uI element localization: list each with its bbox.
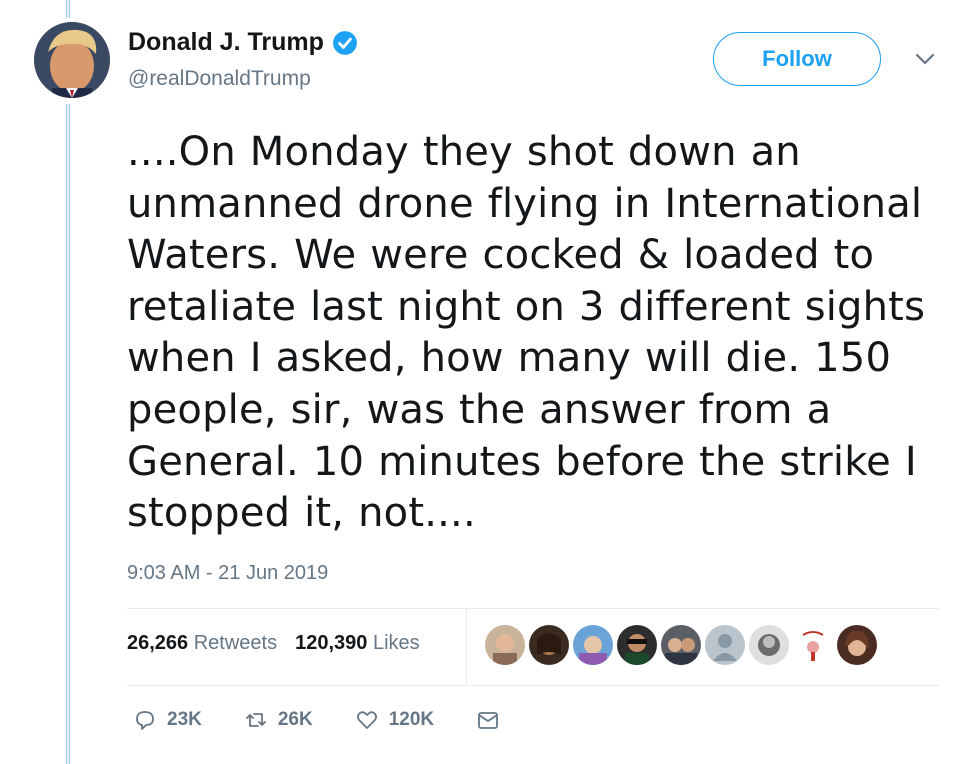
avatar-image (34, 22, 110, 98)
tweet-line: ....On Monday they shot down an (127, 129, 801, 175)
tweet-line: retaliate last night on 3 different sigh… (127, 283, 926, 330)
reply-button[interactable]: 23K (133, 708, 202, 732)
tweet-line: Waters. We were cocked & loaded to (127, 232, 875, 279)
retweets-count: 26,266 (127, 632, 189, 654)
tweet-text: ....On Monday they shot down an unmanned… (127, 127, 927, 540)
liker-avatar[interactable] (573, 625, 613, 665)
liker-avatar[interactable] (617, 625, 657, 665)
retweets-label: Retweets (193, 632, 278, 654)
author-avatar[interactable] (34, 22, 110, 98)
tweet-line: General. 10 minutes before the strike I (127, 438, 917, 485)
liker-avatar[interactable] (793, 625, 833, 665)
thread-line (66, 104, 70, 764)
likes-label: Likes (372, 632, 420, 654)
retweets-stat[interactable]: 26,266 Retweets (127, 632, 277, 655)
author-name-row[interactable]: Donald J. Trump (128, 28, 358, 57)
author-handle[interactable]: @realDonaldTrump (128, 67, 311, 91)
tweet-stats: 26,266 Retweets 120,390 Likes (127, 632, 420, 655)
default-avatar-icon[interactable] (705, 625, 745, 665)
tweet-actions: 23K 26K 120K (133, 708, 542, 732)
liker-avatar[interactable] (661, 625, 701, 665)
chevron-down-icon[interactable] (914, 51, 936, 67)
tweet-line: people, sir, was the answer from a (127, 386, 832, 433)
tweet-timestamp[interactable]: 9:03 AM - 21 Jun 2019 (127, 562, 328, 585)
tweet-line: when I asked, how many will die. 150 (127, 335, 892, 382)
stats-divider-bottom (127, 685, 939, 686)
liker-avatars (485, 625, 877, 665)
retweet-count: 26K (277, 709, 313, 730)
likes-stat[interactable]: 120,390 Likes (295, 632, 420, 655)
follow-button[interactable]: Follow (713, 32, 881, 86)
envelope-icon (478, 712, 499, 729)
reply-icon (136, 711, 154, 730)
tweet-line: unmanned drone flying in International (127, 180, 923, 227)
like-count: 120K (388, 709, 435, 730)
retweet-icon (245, 713, 266, 727)
verified-badge-icon (332, 30, 357, 55)
liker-avatar[interactable] (749, 625, 789, 665)
liker-avatar[interactable] (529, 625, 569, 665)
direct-message-button[interactable] (476, 708, 500, 732)
stats-vertical-divider (466, 609, 467, 684)
liker-avatar[interactable] (837, 625, 877, 665)
like-button[interactable]: 120K (355, 708, 434, 732)
liker-avatar[interactable] (485, 625, 525, 665)
author-name[interactable]: Donald J. Trump (128, 28, 324, 57)
stats-divider-top (127, 608, 939, 609)
thread-line-top (66, 0, 70, 18)
heart-icon (356, 711, 377, 729)
reply-count: 23K (167, 709, 202, 730)
tweet-line: stopped it, not.... (127, 490, 476, 537)
likes-count: 120,390 (295, 632, 368, 654)
retweet-button[interactable]: 26K (244, 708, 313, 732)
